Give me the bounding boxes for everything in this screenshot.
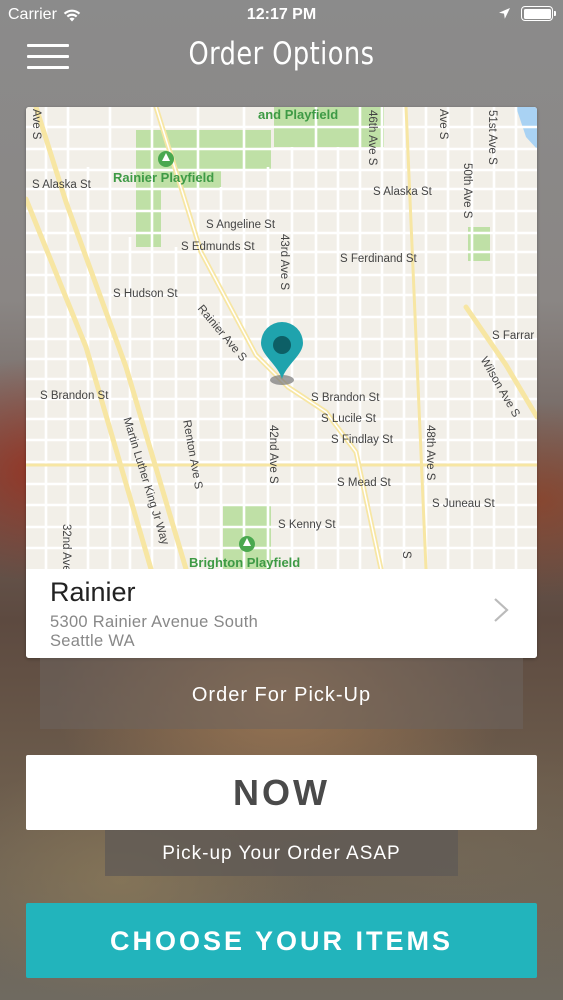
map-label-s-kenny-st: S Kenny St [278, 519, 336, 531]
map-label-s-alaska-st-e: S Alaska St [373, 186, 432, 198]
map-label-42nd-ave-s: 42nd Ave S [267, 425, 279, 484]
map-label-brighton-playfield: Brighton Playfield [189, 555, 301, 570]
map-label-s-hudson-st: S Hudson St [113, 288, 178, 300]
map-label-s-ferdinand-st: S Ferdinand St [340, 253, 417, 265]
map-label-s-farrar: S Farrar [492, 330, 535, 342]
map-label-s-fragment: S [400, 551, 412, 559]
map-label-and-playfield: and Playfield [258, 107, 339, 122]
map-label-43rd-ave-s: 43rd Ave S [278, 234, 290, 291]
map-label-51st-ave-s: 51st Ave S [486, 110, 498, 165]
choose-items-button[interactable]: CHOOSE YOUR ITEMS [26, 903, 537, 978]
map-label-50th-ave-s: 50th Ave S [461, 163, 473, 219]
status-right-group [498, 6, 556, 21]
store-location-row[interactable]: Rainier 5300 Rainier Avenue South Seattl… [26, 569, 537, 658]
asap-label: Pick-up Your Order ASAP [105, 830, 458, 876]
status-bar: Carrier 12:17 PM [0, 0, 563, 30]
map-label-rainier-playfield: Rainier Playfield [113, 170, 215, 185]
chevron-right-icon [494, 598, 509, 622]
map-label-s-mead-st: S Mead St [337, 477, 391, 489]
store-address-line2: Seattle WA [50, 632, 135, 650]
map-label-s-findlay-st: S Findlay St [331, 434, 393, 446]
map-label-s-angeline-st: S Angeline St [206, 219, 276, 231]
location-card: and Playfield Rainier Playfield Brighton… [26, 107, 537, 658]
page-title: Order Options [188, 36, 375, 72]
nav-bar: Order Options [0, 30, 563, 80]
map-label-s-edmunds-st: S Edmunds St [181, 241, 255, 253]
map-label-s-brandon-st-w: S Brandon St [40, 390, 109, 402]
order-type-label: Order For Pick-Up [40, 658, 523, 729]
map-label-48th-ave-s: 48th Ave S [424, 425, 436, 481]
map-label-s-brandon-st-e: S Brandon St [311, 392, 380, 404]
battery-icon [521, 6, 556, 21]
map-label-s-lucile-st: S Lucile St [321, 413, 376, 425]
map-label-s-alaska-st-w: S Alaska St [32, 179, 91, 191]
store-name: Rainier [50, 577, 136, 607]
store-address-line1: 5300 Rainier Avenue South [50, 613, 259, 631]
now-button[interactable]: NOW [26, 755, 537, 830]
map-label-s-juneau-st: S Juneau St [432, 498, 495, 510]
map-label-ave-s-top2: Ave S [30, 109, 42, 140]
clock: 12:17 PM [246, 6, 317, 23]
map-label-ave-s-top1: Ave S [437, 109, 449, 140]
store-map[interactable]: and Playfield Rainier Playfield Brighton… [26, 107, 537, 583]
map-label-46th-ave-s: 46th Ave S [366, 110, 378, 166]
location-arrow-icon [499, 8, 510, 19]
